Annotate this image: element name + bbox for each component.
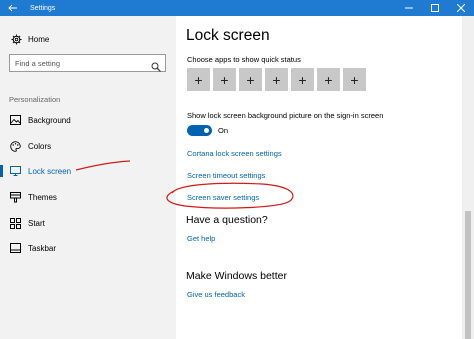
sidebar-item-label: Taskbar [28, 243, 57, 253]
sidebar-item-start[interactable]: Start [0, 212, 176, 234]
get-help-link[interactable]: Get help [187, 234, 215, 243]
sidebar-item-lock-screen[interactable]: Lock screen [0, 160, 176, 182]
close-icon[interactable] [448, 0, 474, 16]
quick-status-tiles: + + + + + + + [187, 68, 369, 91]
sidebar-item-background[interactable]: Background [0, 109, 176, 131]
palette-icon [9, 140, 21, 152]
gear-icon [10, 33, 22, 45]
minimize-icon[interactable] [396, 0, 422, 16]
taskbar-icon [9, 242, 21, 254]
give-feedback-link[interactable]: Give us feedback [187, 290, 245, 299]
add-app-tile[interactable]: + [239, 68, 262, 91]
start-icon [9, 217, 21, 229]
sidebar-item-label: Lock screen [28, 166, 72, 176]
screen-timeout-settings-link[interactable]: Screen timeout settings [187, 171, 265, 180]
search-icon[interactable] [151, 59, 161, 72]
sidebar-item-label: Background [28, 115, 71, 125]
sidebar-item-themes[interactable]: Themes [0, 186, 176, 208]
section-label-personalization: Personalization [9, 95, 61, 104]
window-title: Settings [30, 4, 56, 12]
toggle-state-label: On [218, 126, 229, 135]
sidebar-home[interactable]: Home [10, 33, 49, 45]
make-windows-better-heading: Make Windows better [186, 270, 287, 282]
sidebar-item-label: Themes [28, 192, 57, 202]
background-signin-label: Show lock screen background picture on t… [187, 111, 384, 120]
sidebar-item-label: Start [28, 218, 45, 228]
add-app-tile[interactable]: + [213, 68, 236, 91]
toggle-knob [204, 128, 209, 133]
sidebar-item-taskbar[interactable]: Taskbar [0, 237, 176, 259]
search-box[interactable] [9, 54, 166, 72]
screen-saver-settings-link[interactable]: Screen saver settings [187, 193, 259, 202]
add-app-tile[interactable]: + [187, 68, 210, 91]
main-content: Lock screen Choose apps to show quick st… [176, 16, 462, 339]
add-app-tile[interactable]: + [291, 68, 314, 91]
scrollbar-thumb[interactable] [465, 211, 471, 339]
sidebar-item-label: Colors [28, 141, 52, 151]
title-bar: Settings [0, 0, 474, 16]
page-title: Lock screen [186, 27, 270, 44]
quick-status-label: Choose apps to show quick status [187, 55, 301, 64]
brush-icon [9, 191, 21, 203]
maximize-icon[interactable] [422, 0, 448, 16]
sidebar: Home Personalization Background Colors L… [0, 16, 176, 339]
add-app-tile[interactable]: + [265, 68, 288, 91]
add-app-tile[interactable]: + [317, 68, 340, 91]
back-arrow-icon[interactable] [0, 0, 26, 16]
picture-icon [9, 114, 21, 126]
scrollbar[interactable] [462, 16, 474, 339]
background-signin-toggle[interactable] [187, 125, 212, 136]
add-app-tile[interactable]: + [343, 68, 366, 91]
question-heading: Have a question? [186, 214, 268, 226]
monitor-icon [9, 165, 21, 177]
cortana-lock-screen-settings-link[interactable]: Cortana lock screen settings [187, 149, 282, 158]
sidebar-item-colors[interactable]: Colors [0, 135, 176, 157]
home-label: Home [28, 34, 50, 44]
search-input[interactable] [10, 58, 148, 68]
